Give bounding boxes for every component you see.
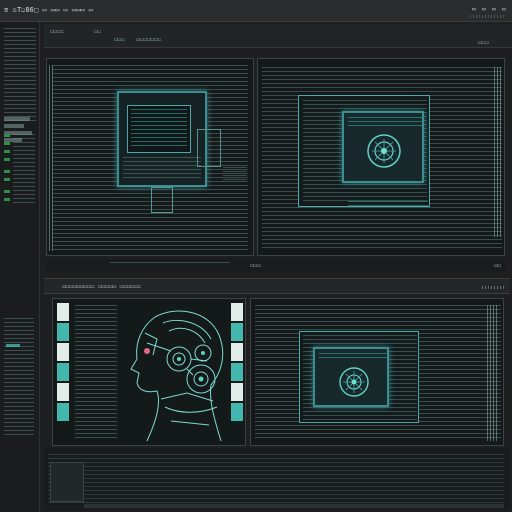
top-status-left: ▭▭▭ xyxy=(250,262,261,269)
circuit-emblem-icon xyxy=(367,134,401,168)
footer-scrollbar[interactable] xyxy=(84,504,504,508)
toolbar-button-1[interactable]: ▭▭▭▭ xyxy=(50,28,64,35)
bottom-header-bar: ▭▭▭▭▭▭▭▭▭ ▭▭▭▭▭ ▭▭▭▭▭▭ xyxy=(44,278,510,294)
footer-mini-panel[interactable] xyxy=(50,462,84,502)
toolbar-button-4[interactable]: ▭▭▭▭▭▭▭ xyxy=(136,36,161,43)
bottom-preview-window[interactable] xyxy=(313,347,389,407)
minimize-icon[interactable]: ▭ xyxy=(472,6,476,13)
title-bar: ≡ ⌂ ☐ T.86 □ ▭ ▭▭ ▭ ▭▭▭ ▭ ▭ ▭ ▭ ▭ xyxy=(0,0,512,22)
right-color-strip[interactable] xyxy=(231,303,243,441)
toolbar: ▭▭▭▭ ▭▭ ▭▭▭ ▭▭▭▭▭▭▭ ▭▭▭ xyxy=(44,24,512,48)
left-color-strip[interactable] xyxy=(57,303,69,441)
bottom-left-canvas-panel[interactable] xyxy=(52,298,246,446)
bottom-right-preview-panel[interactable] xyxy=(250,298,504,446)
title-bar-texture xyxy=(470,15,506,18)
sidebar-selected-item[interactable] xyxy=(6,344,20,347)
preview-window[interactable] xyxy=(342,111,424,183)
editor-gutter xyxy=(49,65,53,251)
sidebar-status-markers xyxy=(4,134,35,214)
bottom-header-title: ▭▭▭▭▭▭▭▭▭ ▭▭▭▭▭ ▭▭▭▭▭▭ xyxy=(62,283,142,290)
right-scroll-ruler[interactable] xyxy=(494,67,502,237)
small-popup[interactable] xyxy=(197,129,221,167)
footer-log-lines xyxy=(48,454,504,504)
bottom-right-ruler[interactable] xyxy=(487,305,499,441)
dialog-inner-panel xyxy=(127,105,191,153)
menu-bar[interactable]: □ ▭ ▭▭ ▭ ▭▭▭ ▭ xyxy=(34,7,93,14)
ai-portrait-figure xyxy=(130,310,224,442)
window-icon[interactable]: ▭ xyxy=(492,6,496,13)
dialog-connector xyxy=(151,187,173,213)
teal-dialog-frame[interactable] xyxy=(117,91,207,187)
sidebar-tree-top[interactable] xyxy=(4,28,36,123)
top-right-preview-panel[interactable] xyxy=(257,58,505,256)
toolbar-right-label[interactable]: ▭▭▭ xyxy=(478,39,489,46)
toolbar-button-2[interactable]: ▭▭ xyxy=(94,28,101,35)
left-sidebar xyxy=(0,22,40,512)
top-left-editor-panel[interactable] xyxy=(46,58,254,256)
top-status-right: ▭▭ xyxy=(494,262,502,269)
circuit-emblem-icon xyxy=(339,367,369,397)
close-icon[interactable]: ▭ xyxy=(502,6,506,13)
bottom-footer xyxy=(44,448,510,510)
toolbar-button-3[interactable]: ▭▭▭ xyxy=(114,36,125,43)
sidebar-outline[interactable] xyxy=(4,318,34,438)
top-status-bar: ▭▭▭ ▭▭ xyxy=(46,258,506,272)
restore-icon[interactable]: ▭ xyxy=(482,6,486,13)
window-title: T.86 xyxy=(17,7,34,14)
